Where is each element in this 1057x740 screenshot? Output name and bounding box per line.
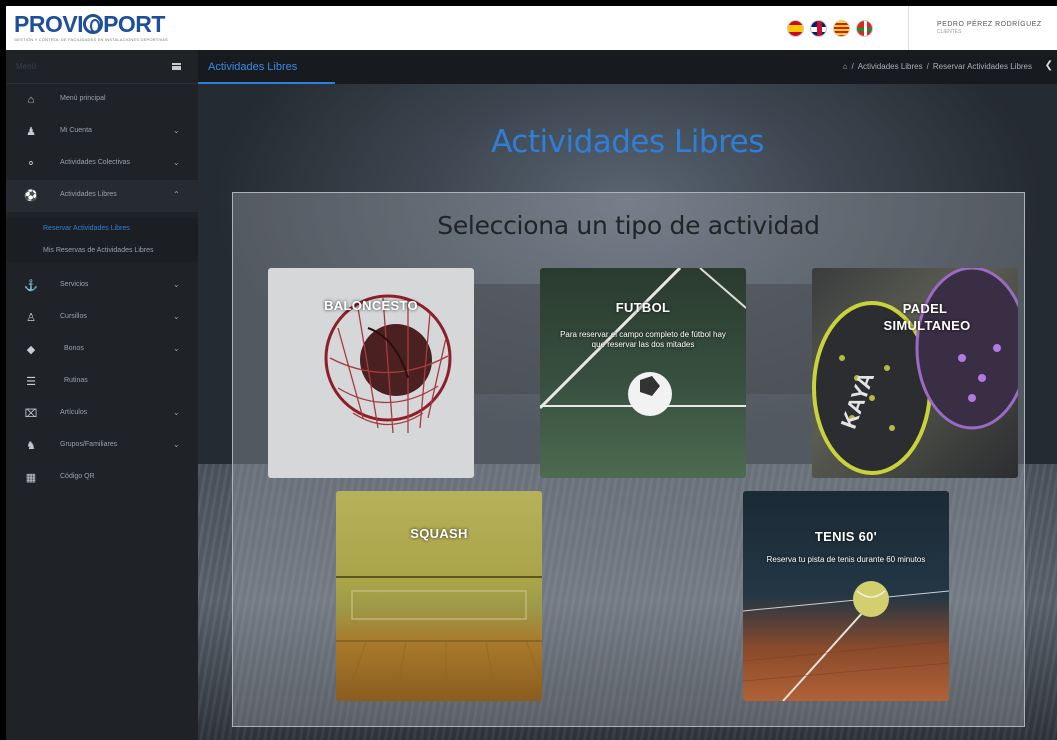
logo-subtitle: GESTIÓN Y CONTROL DE FACILIDADES EN INST… — [14, 37, 168, 42]
page-title: Actividades Libres — [491, 124, 764, 160]
sidebar-subitem-reservar[interactable]: Reservar Actividades Libres — [6, 218, 198, 240]
content-topbar: Actividades Libres ⌂ / Actividades Libres /… — [198, 50, 1057, 84]
sidebar-header: Menú — [6, 50, 198, 84]
chevron-up-icon: ⌃ — [173, 190, 180, 199]
group-icon: ♞ — [26, 440, 36, 452]
tennis-court-image — [743, 581, 949, 701]
sidebar-item-cursillos[interactable]: ♙ Cursillos ⌄ — [6, 302, 198, 334]
card-title: PADEL SIMULTANEO — [883, 301, 971, 333]
sidebar-item-articulos[interactable]: ⌧ Artículos ⌄ — [6, 398, 198, 430]
sidebar-item-actividades-libres[interactable]: ⚽ Actividades Libres ⌃ — [6, 180, 198, 212]
breadcrumb-item-reservar: Reservar Actividades Libres — [932, 62, 1032, 71]
chevron-down-icon: ⌄ — [173, 312, 180, 321]
activity-card-padel-simultaneo[interactable]: KAYA PADEL SIMULTANEO — [812, 268, 1018, 478]
chevron-down-icon: ⌄ — [173, 344, 180, 353]
user-icon: ♟ — [26, 126, 36, 138]
breadcrumb-home-icon[interactable]: ⌂ — [843, 62, 848, 71]
users-icon: ♙ — [26, 312, 36, 324]
main-content: Actividades Libres ⌂ / Actividades Libres /… — [198, 50, 1057, 740]
ball-icon: ⚽ — [24, 190, 38, 202]
content-stage: Actividades Libres Selecciona un tipo de… — [198, 84, 1057, 740]
hamburger-icon[interactable] — [172, 63, 181, 70]
sidebar-item-mi-cuenta[interactable]: ♟ Mi Cuenta ⌄ — [6, 116, 198, 148]
cart-icon: ⌧ — [24, 408, 38, 420]
card-title: SQUASH — [410, 526, 468, 541]
user-role: CLIENTES — [937, 29, 962, 35]
list-icon: ☰ — [26, 376, 36, 388]
sidebar-item-codigo-qr[interactable]: ▦ Código QR — [6, 462, 198, 494]
user-name: PEDRO PÉREZ RODRÍGUEZ — [937, 21, 1042, 28]
spain-flag-icon[interactable] — [787, 20, 804, 37]
activity-card-squash[interactable]: SQUASH — [336, 491, 542, 701]
service-icon: ⚓ — [24, 280, 38, 292]
sidebar-item-rutinas[interactable]: ☰ Rutinas — [6, 366, 198, 398]
bicycle-icon: ⚬ — [26, 158, 36, 170]
chevron-down-icon: ⌄ — [173, 280, 180, 289]
activity-card-baloncesto[interactable]: BALONCESTO — [268, 268, 474, 478]
activity-card-tenis-60[interactable]: TENIS 60' Reserva tu pista de tenis dura… — [743, 491, 949, 701]
basque-flag-icon[interactable] — [856, 20, 873, 37]
breadcrumb-item-actividades-libres[interactable]: Actividades Libres — [858, 62, 923, 71]
sidebar-item-grupos-familiares[interactable]: ♞ Grupos/Familiares ⌄ — [6, 430, 198, 462]
tab-actividades-libres[interactable]: Actividades Libres — [198, 50, 335, 84]
provisport-logo[interactable]: PROVI PORT GESTIÓN Y CONTROL DE FACILIDAD… — [14, 12, 168, 44]
card-description: Para reservar el campo completo de fútbo… — [560, 330, 726, 349]
tag-icon: ◆ — [26, 344, 36, 356]
sidebar-item-servicios[interactable]: ⚓ Servicios ⌄ — [6, 270, 198, 302]
card-title: TENIS 60' — [814, 529, 878, 544]
menu-label: Menú — [16, 62, 37, 71]
user-menu[interactable]: PEDRO PÉREZ RODRÍGUEZ CLIENTES — [908, 6, 1057, 50]
back-arrow-icon[interactable]: ❮ — [1045, 60, 1053, 71]
sidebar-item-actividades-colectivas[interactable]: ⚬ Actividades Colectivas ⌄ — [6, 148, 198, 180]
card-title: BALONCESTO — [324, 298, 418, 313]
breadcrumb: ⌂ / Actividades Libres / Reservar Actividade… — [842, 62, 1032, 71]
sidebar-item-bonos[interactable]: ◆ Bonos ⌄ — [6, 334, 198, 366]
home-icon: ⌂ — [27, 94, 35, 106]
activity-card-futbol[interactable]: FUTBOL Para reservar el campo completo d… — [540, 268, 746, 478]
chevron-down-icon: ⌄ — [173, 440, 180, 449]
card-title: FUTBOL — [615, 300, 671, 315]
squash-court-image — [336, 576, 542, 701]
sidebar-item-menu-principal[interactable]: ⌂ Menú principal — [6, 84, 198, 116]
panel-title: Selecciona un tipo de actividad — [437, 211, 820, 240]
card-description: Reserva tu pista de tenis durante 60 min… — [766, 555, 926, 564]
catalonia-flag-icon[interactable] — [833, 20, 850, 37]
logo-ball-icon — [83, 14, 104, 34]
top-header: PROVI PORT GESTIÓN Y CONTROL DE FACILIDAD… — [6, 6, 1057, 50]
qr-icon: ▦ — [25, 472, 37, 484]
chevron-down-icon: ⌄ — [173, 408, 180, 417]
chevron-down-icon: ⌄ — [173, 126, 180, 135]
chevron-down-icon: ⌄ — [173, 158, 180, 167]
sidebar-subitem-mis-reservas[interactable]: Mis Reservas de Actividades Libres — [6, 240, 198, 262]
app-frame: PROVI PORT GESTIÓN Y CONTROL DE FACILIDAD… — [6, 6, 1057, 740]
language-selector — [787, 20, 873, 37]
uk-flag-icon[interactable] — [810, 20, 827, 37]
sidebar: Menú ⌂ Menú principal ♟ Mi Cuenta ⌄ ⚬ Ac… — [6, 50, 198, 740]
activity-type-panel: Selecciona un tipo de actividad BALONCES… — [232, 192, 1025, 727]
